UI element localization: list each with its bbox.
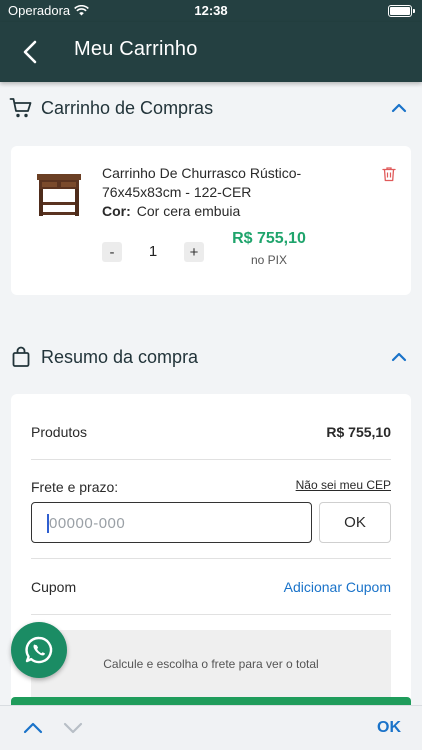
status-bar: Operadora 12:38 — [0, 0, 422, 22]
product-price: R$ 755,10 — [232, 230, 306, 247]
keyboard-toolbar: OK — [0, 705, 422, 750]
increase-quantity-button[interactable]: + — [184, 242, 204, 262]
quantity-value: 1 — [148, 243, 158, 260]
coupon-label: Cupom — [31, 579, 77, 595]
products-label: Produtos — [31, 424, 88, 440]
whatsapp-button[interactable] — [11, 622, 67, 678]
trash-icon[interactable] — [381, 166, 397, 182]
chevron-up-icon[interactable] — [390, 348, 408, 366]
summary-section-header[interactable]: Resumo da compra — [0, 337, 422, 377]
products-row: Produtos R$ 755,10 — [31, 424, 391, 440]
back-button[interactable] — [14, 36, 46, 68]
product-color-label: Cor: — [102, 203, 131, 219]
coupon-row: Cupom Adicionar Cupom — [31, 579, 391, 595]
shipping-label: Frete e prazo: — [31, 479, 119, 495]
order-summary-card: Produtos R$ 755,10 Frete e prazo: Não se… — [11, 394, 411, 714]
divider — [31, 558, 391, 559]
divider — [31, 614, 391, 615]
product-color-value: Cor cera embuia — [136, 203, 241, 219]
battery-icon — [388, 5, 415, 17]
shopping-cart-icon — [9, 98, 32, 118]
cart-section-header[interactable]: Carrinho de Compras — [0, 88, 422, 128]
shipping-row: Frete e prazo: Não sei meu CEP — [31, 478, 391, 495]
shopping-bag-icon — [12, 346, 30, 367]
shipping-hint-text: Calcule e escolha o frete para ver o tot… — [103, 657, 319, 671]
next-field-icon[interactable] — [62, 720, 84, 736]
cep-placeholder: 00000-000 — [49, 515, 126, 532]
calculate-shipping-button[interactable]: OK — [319, 502, 391, 543]
app-header: Meu Carrinho — [0, 22, 422, 82]
decrease-quantity-button[interactable]: - — [102, 242, 122, 262]
products-total: R$ 755,10 — [326, 424, 391, 440]
previous-field-icon[interactable] — [22, 720, 44, 736]
price-note: no PIX — [250, 253, 288, 267]
cep-input[interactable]: 00000-000 — [31, 502, 312, 543]
unknown-cep-link[interactable]: Não sei meu CEP — [296, 478, 391, 492]
add-coupon-link[interactable]: Adicionar Cupom — [284, 579, 391, 595]
cart-item-card: Carrinho De Churrasco Rústico-76x45x83cm… — [11, 146, 411, 295]
page-title: Meu Carrinho — [74, 38, 198, 60]
clock: 12:38 — [194, 3, 228, 18]
summary-section-title: Resumo da compra — [41, 346, 199, 367]
cart-section-title: Carrinho de Compras — [41, 97, 214, 118]
whatsapp-icon — [25, 636, 53, 664]
product-name[interactable]: Carrinho De Churrasco Rústico-76x45x83cm… — [102, 164, 352, 202]
product-image[interactable] — [33, 168, 85, 220]
arrow-left-icon — [23, 40, 37, 64]
shipping-hint-box: Calcule e escolha o frete para ver o tot… — [31, 630, 391, 700]
quantity-stepper: - 1 + — [102, 242, 204, 264]
product-color: Cor: Cor cera embuia — [102, 202, 240, 221]
divider — [31, 459, 391, 460]
chevron-up-icon[interactable] — [390, 99, 408, 117]
keyboard-done-button[interactable]: OK — [377, 719, 401, 737]
